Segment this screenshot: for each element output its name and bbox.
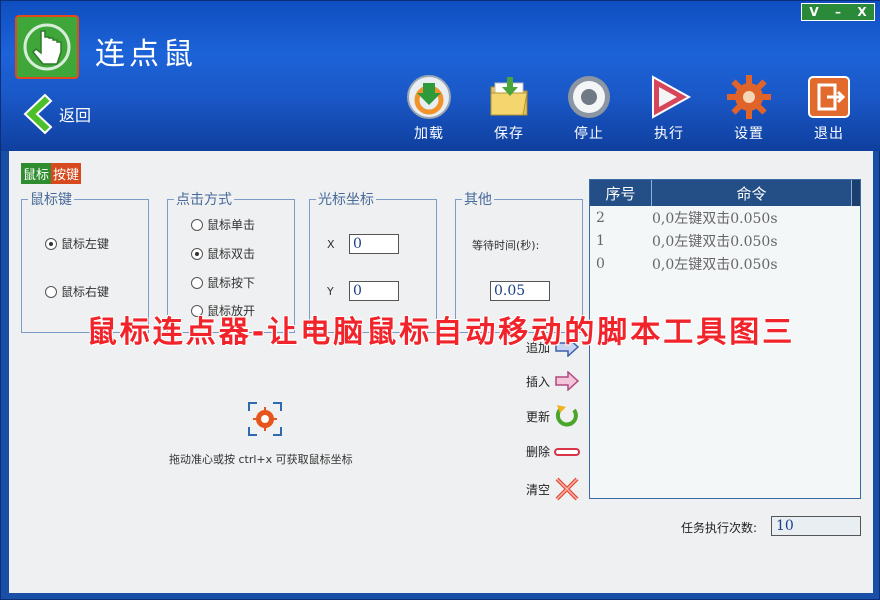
command-list-header: 序号 命令 (590, 180, 860, 206)
cursor-coord-legend: 光标坐标 (318, 192, 374, 208)
minimize-button[interactable]: – (826, 4, 850, 20)
window-controls: V – X (801, 3, 875, 21)
insert-label: 插入 (526, 374, 551, 389)
row-cmd: 0,0左键双击0.050s (652, 256, 778, 273)
other-legend: 其他 (464, 192, 492, 208)
row-cmd: 0,0左键双击0.050s (652, 210, 778, 227)
task-count-label: 任务执行次数: (681, 521, 758, 535)
radio-label: 鼠标右键 (61, 285, 110, 299)
radio-single-click[interactable]: 鼠标单击 (191, 216, 255, 233)
radio-dot (45, 237, 57, 250)
load-button[interactable]: 加载 (389, 73, 469, 143)
minimize-tray-button[interactable]: V (802, 4, 826, 20)
x-label: X (327, 238, 335, 251)
list-row[interactable]: 0 0,0左键双击0.050s (590, 252, 860, 275)
clear-x-icon (555, 477, 579, 501)
update-button[interactable]: 更新 (526, 404, 580, 428)
gear-icon (727, 75, 771, 119)
radio-dot (191, 218, 203, 231)
stop-label: 停止 (574, 126, 604, 142)
back-button[interactable]: 返回 (19, 93, 91, 135)
overlay-caption: 鼠标连点器-让电脑鼠标自动移动的脚本工具图三 (86, 315, 796, 350)
back-chevron-icon (23, 93, 53, 135)
app-title: 连点鼠 (95, 37, 197, 72)
update-label: 更新 (526, 409, 551, 424)
clear-button[interactable]: 清空 (526, 477, 580, 501)
mode-tag-keys: 按键 (51, 163, 82, 184)
list-row[interactable]: 1 0,0左键双击0.050s (590, 229, 860, 252)
header-bar: V – X 连点鼠 返回 加载 保存 停止 执行 设置 退出 (1, 1, 880, 151)
delete-label: 删除 (526, 445, 551, 459)
radio-right-button[interactable]: 鼠标右键 (45, 283, 109, 300)
radio-dot (45, 285, 57, 298)
exit-label: 退出 (814, 126, 844, 142)
row-seq: 2 (596, 209, 605, 226)
pointer-hand-icon (23, 23, 71, 71)
radio-label: 鼠标左键 (61, 237, 110, 251)
row-seq: 0 (596, 255, 605, 272)
wait-time-label: 等待时间(秒): (472, 239, 540, 252)
refresh-icon (555, 405, 578, 427)
wait-time-input[interactable]: 0.05 (490, 281, 550, 301)
y-coord-input[interactable]: 0 (349, 281, 399, 301)
radio-dot (191, 276, 203, 289)
settings-label: 设置 (734, 126, 764, 142)
crosshair-icon (248, 402, 282, 436)
exit-button[interactable]: 退出 (789, 73, 869, 143)
list-row[interactable]: 2 0,0左键双击0.050s (590, 206, 860, 229)
save-label: 保存 (494, 126, 524, 142)
main-toolbar: 加载 保存 停止 执行 设置 退出 (389, 73, 869, 143)
crosshair-target[interactable] (247, 401, 283, 440)
radio-label: 鼠标按下 (207, 276, 256, 290)
row-cmd: 0,0左键双击0.050s (652, 233, 778, 250)
play-icon (652, 75, 692, 119)
run-button[interactable]: 执行 (629, 73, 709, 143)
delete-bar-icon (554, 447, 581, 456)
stop-button[interactable]: 停止 (549, 73, 629, 143)
radio-left-button[interactable]: 鼠标左键 (45, 235, 109, 252)
mode-tag-mouse: 鼠标 (21, 163, 52, 184)
mouse-key-legend: 鼠标键 (30, 192, 72, 208)
load-label: 加载 (414, 126, 444, 142)
mode-tag[interactable]: 鼠标 按键 (21, 163, 82, 184)
stop-icon (568, 76, 610, 118)
save-folder-icon (490, 77, 528, 116)
delete-button[interactable]: 删除 (526, 443, 581, 460)
radio-dot (191, 247, 203, 260)
row-seq: 1 (596, 232, 605, 249)
run-label: 执行 (654, 126, 684, 142)
col-cmd-header[interactable]: 命令 (652, 180, 852, 206)
clear-label: 清空 (526, 482, 551, 497)
x-coord-input[interactable]: 0 (349, 234, 399, 254)
radio-label: 鼠标单击 (207, 218, 256, 232)
exit-icon (808, 76, 850, 118)
app-window: V – X 连点鼠 返回 加载 保存 停止 执行 设置 退出 鼠标 按键 鼠标键… (0, 0, 880, 600)
radio-double-click[interactable]: 鼠标双击 (191, 245, 255, 262)
task-count-input[interactable]: 10 (771, 516, 861, 536)
back-label: 返回 (59, 106, 92, 125)
col-seq-header[interactable]: 序号 (590, 180, 652, 206)
settings-button[interactable]: 设置 (709, 73, 789, 143)
app-logo (15, 15, 79, 79)
y-label: Y (327, 285, 334, 298)
save-button[interactable]: 保存 (469, 73, 549, 143)
radio-mouse-down[interactable]: 鼠标按下 (191, 274, 255, 291)
radio-label: 鼠标双击 (207, 247, 256, 261)
insert-arrow-icon (555, 371, 580, 391)
load-icon (407, 75, 451, 119)
header-spacer (852, 180, 860, 206)
crosshair-hint: 拖动准心或按 ctrl+x 可获取鼠标坐标 (169, 453, 353, 466)
click-mode-legend: 点击方式 (176, 192, 232, 208)
close-button[interactable]: X (850, 4, 874, 20)
insert-button[interactable]: 插入 (526, 371, 580, 391)
